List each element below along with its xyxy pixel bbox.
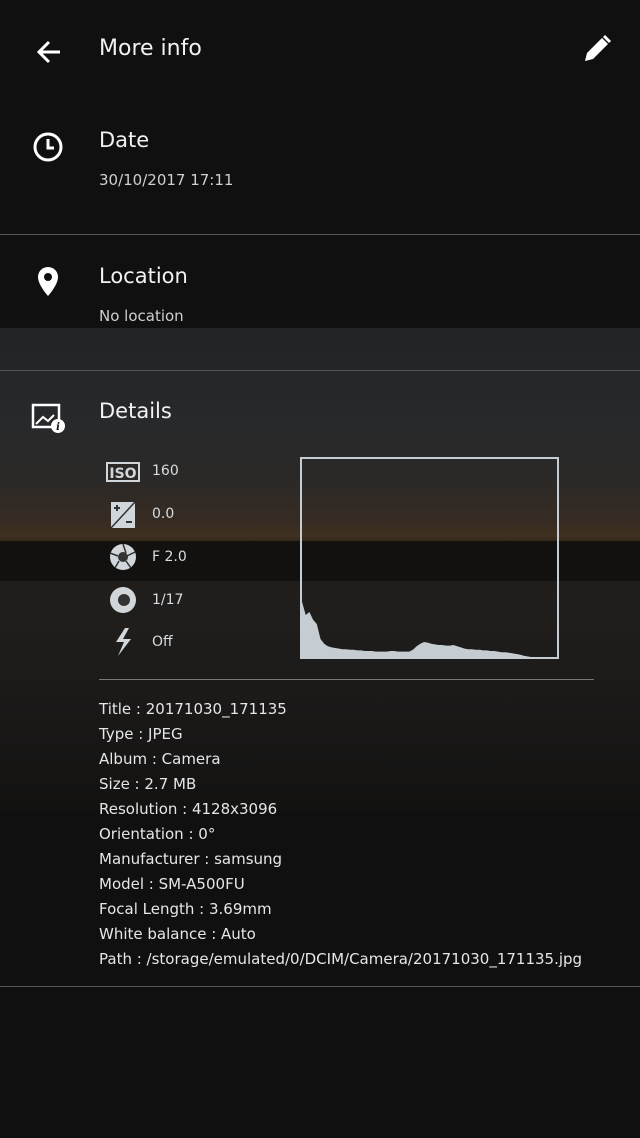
property-row: Focal Length : 3.69mm xyxy=(99,900,272,918)
property-row: Resolution : 4128x3096 xyxy=(99,800,278,818)
divider xyxy=(0,234,640,235)
property-row: Size : 2.7 MB xyxy=(99,775,197,793)
property-row: Manufacturer : samsung xyxy=(99,850,283,868)
top-bar: More info xyxy=(0,0,640,100)
aperture-value: F 2.0 xyxy=(152,549,187,565)
flash-value: Off xyxy=(152,634,173,650)
exposure-value: 0.0 xyxy=(152,506,175,522)
property-row: Title : 20171030_171135 xyxy=(99,700,287,718)
date-value: 30/10/2017 17:11 xyxy=(99,171,234,189)
divider xyxy=(99,679,594,680)
pencil-icon[interactable] xyxy=(580,32,614,66)
property-row: White balance : Auto xyxy=(99,925,256,943)
property-row: Path : /storage/emulated/0/DCIM/Camera/2… xyxy=(99,950,583,968)
image-info-icon: i xyxy=(31,403,65,433)
details-title: Details xyxy=(99,399,172,423)
flash-icon xyxy=(116,628,131,656)
property-row: Orientation : 0° xyxy=(99,825,216,843)
page-title: More info xyxy=(99,36,202,61)
clock-icon xyxy=(33,132,63,162)
property-row: Model : SM-A500FU xyxy=(99,875,245,893)
shutter-value: 1/17 xyxy=(152,592,184,608)
divider xyxy=(0,986,640,987)
map-pin-icon xyxy=(38,267,58,296)
iso-icon: ISO xyxy=(106,462,140,482)
aperture-icon xyxy=(109,543,136,570)
shutter-icon xyxy=(110,587,136,613)
iso-value: 160 xyxy=(152,463,179,479)
property-row: Type : JPEG xyxy=(99,725,183,743)
svg-text:i: i xyxy=(56,422,60,433)
location-value: No location xyxy=(99,307,184,325)
properties-list: Title : 20171030_171135 Type : JPEG Album … xyxy=(99,697,582,972)
svg-text:ISO: ISO xyxy=(109,466,136,482)
arrow-left-icon[interactable] xyxy=(30,32,70,72)
property-row: Album : Camera xyxy=(99,750,221,768)
date-title: Date xyxy=(99,128,150,152)
histogram-area xyxy=(302,601,557,657)
exposure-icon xyxy=(110,501,136,529)
location-title: Location xyxy=(99,264,188,288)
histogram xyxy=(300,457,559,659)
divider xyxy=(0,370,640,371)
